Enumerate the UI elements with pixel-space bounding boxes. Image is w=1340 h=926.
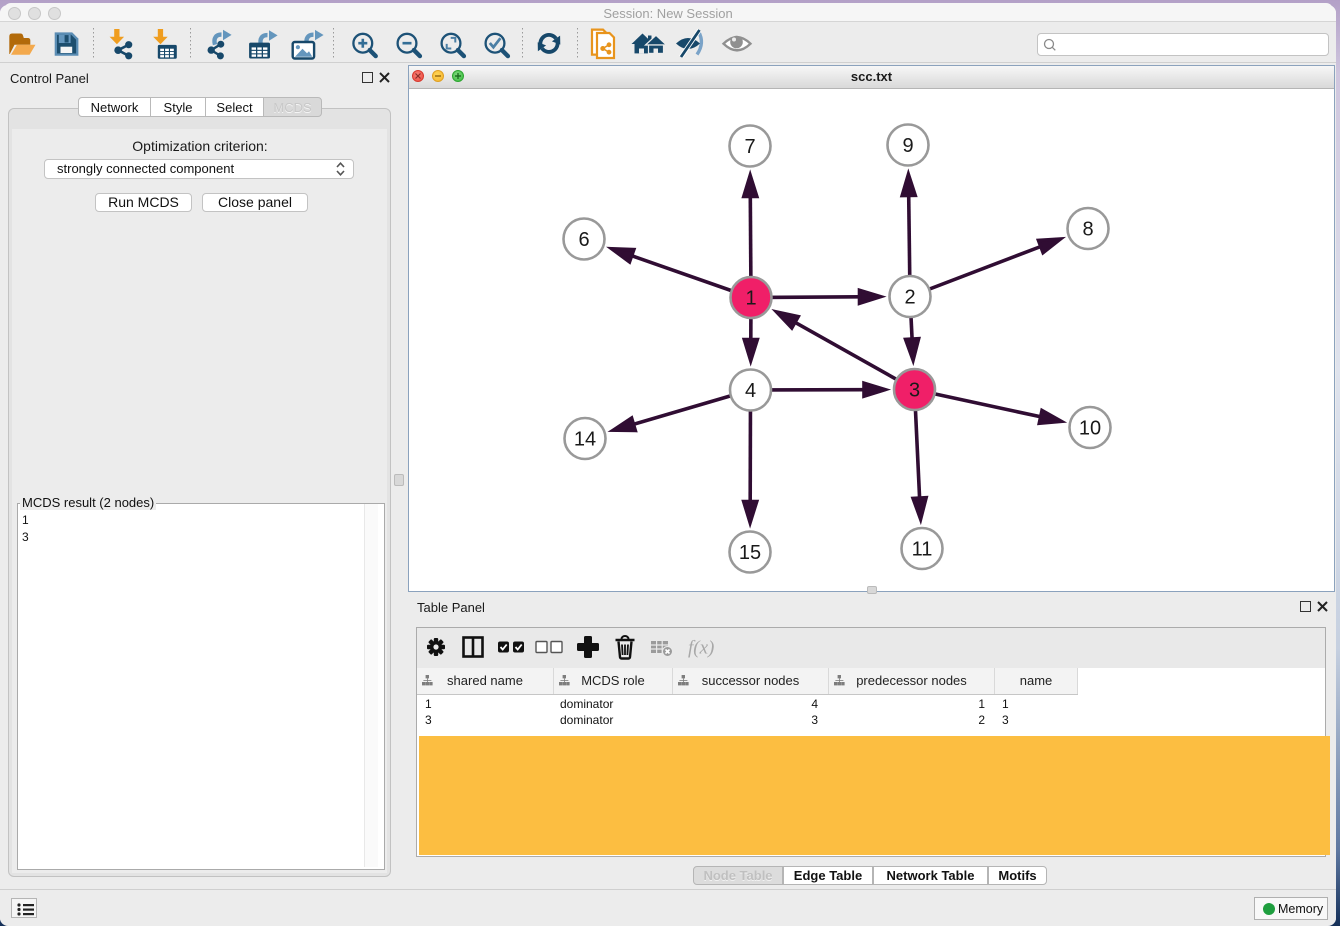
svg-text:14: 14 bbox=[574, 429, 596, 451]
svg-text:2: 2 bbox=[904, 287, 915, 309]
svg-text:4: 4 bbox=[745, 380, 756, 402]
svg-text:1: 1 bbox=[745, 288, 756, 310]
svg-text:6: 6 bbox=[578, 229, 589, 251]
svg-text:11: 11 bbox=[912, 539, 933, 561]
svg-text:7: 7 bbox=[744, 136, 755, 158]
svg-text:3: 3 bbox=[909, 380, 920, 402]
svg-text:15: 15 bbox=[739, 542, 761, 564]
svg-text:10: 10 bbox=[1079, 418, 1101, 440]
svg-text:8: 8 bbox=[1082, 219, 1093, 241]
svg-text:f(x): f(x) bbox=[688, 638, 714, 659]
svg-text:9: 9 bbox=[902, 135, 913, 157]
